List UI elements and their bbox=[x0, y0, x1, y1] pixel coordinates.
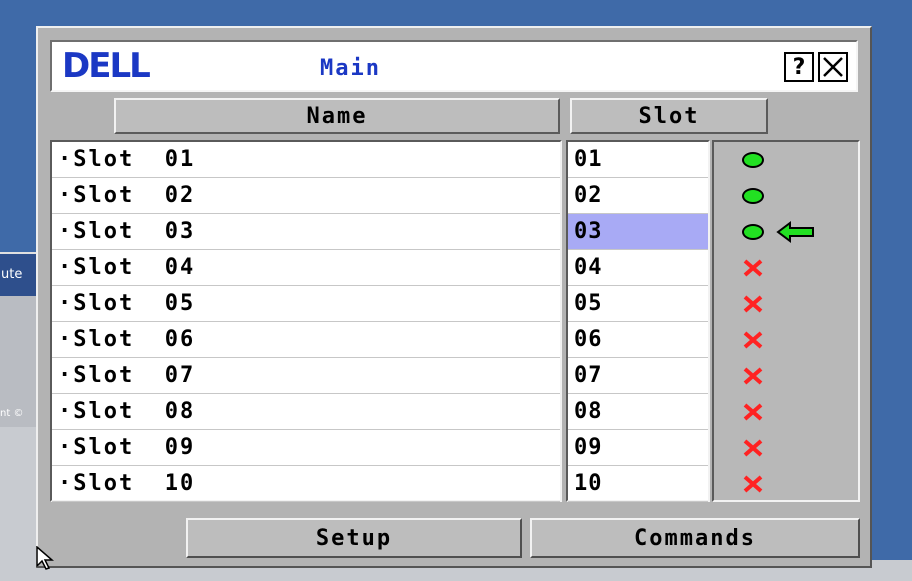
status-cell bbox=[714, 394, 858, 430]
name-list-item[interactable]: ·Slot 09 bbox=[52, 430, 560, 466]
status-cell bbox=[714, 286, 858, 322]
name-list[interactable]: ·Slot 01 ·Slot 02 ·Slot 03 ·Slot 04 ·Slot 05… bbox=[50, 140, 562, 502]
status-cell bbox=[714, 358, 858, 394]
status-cell bbox=[714, 142, 858, 178]
slot-column-header[interactable]: Slot bbox=[570, 98, 768, 134]
title-bar: DELL Main ? bbox=[50, 40, 858, 92]
slot-list-item-selected[interactable]: 03 bbox=[568, 214, 708, 250]
status-cell bbox=[714, 430, 858, 466]
left-arrow-icon bbox=[776, 221, 814, 243]
green-circle-icon bbox=[742, 224, 764, 240]
red-x-icon bbox=[743, 331, 763, 349]
name-list-item[interactable]: ·Slot 06 bbox=[52, 322, 560, 358]
slot-list-item[interactable]: 04 bbox=[568, 250, 708, 286]
slot-list-item[interactable]: 08 bbox=[568, 394, 708, 430]
dell-logo: DELL bbox=[62, 46, 151, 86]
name-list-item[interactable]: ·Slot 03 bbox=[52, 214, 560, 250]
background-window-footer: nt © bbox=[0, 408, 24, 419]
status-list bbox=[712, 140, 860, 502]
close-icon bbox=[823, 57, 843, 77]
status-cell bbox=[714, 466, 858, 502]
red-x-icon bbox=[743, 439, 763, 457]
osd-main-window: DELL Main ? Name Slot ·Slot 01 ·Slot 02 ·S… bbox=[36, 26, 872, 568]
desktop-right bbox=[872, 26, 912, 581]
window-title: Main bbox=[320, 56, 381, 81]
name-list-item[interactable]: ·Slot 02 bbox=[52, 178, 560, 214]
background-window-title: ute bbox=[0, 254, 37, 296]
background-window: ute nt © bbox=[0, 252, 37, 429]
setup-button[interactable]: Setup bbox=[186, 518, 522, 558]
slot-list-item[interactable]: 01 bbox=[568, 142, 708, 178]
slot-list-item[interactable]: 07 bbox=[568, 358, 708, 394]
red-x-icon bbox=[743, 475, 763, 493]
red-x-icon bbox=[743, 367, 763, 385]
slot-list-item[interactable]: 05 bbox=[568, 286, 708, 322]
status-cell bbox=[714, 214, 858, 250]
help-button[interactable]: ? bbox=[784, 52, 814, 82]
green-circle-icon bbox=[742, 152, 764, 168]
name-list-item[interactable]: ·Slot 07 bbox=[52, 358, 560, 394]
name-column-header[interactable]: Name bbox=[114, 98, 560, 134]
name-list-item[interactable]: ·Slot 05 bbox=[52, 286, 560, 322]
name-list-item[interactable]: ·Slot 04 bbox=[52, 250, 560, 286]
slot-list[interactable]: 01 02 03 04 05 06 07 08 09 10 bbox=[566, 140, 710, 502]
slot-list-item[interactable]: 10 bbox=[568, 466, 708, 502]
mouse-pointer-icon bbox=[36, 546, 55, 570]
status-cell bbox=[714, 322, 858, 358]
commands-button[interactable]: Commands bbox=[530, 518, 860, 558]
name-list-item[interactable]: ·Slot 10 bbox=[52, 466, 560, 502]
slot-list-item[interactable]: 09 bbox=[568, 430, 708, 466]
slot-list-item[interactable]: 06 bbox=[568, 322, 708, 358]
name-list-item[interactable]: ·Slot 08 bbox=[52, 394, 560, 430]
name-list-item[interactable]: ·Slot 01 bbox=[52, 142, 560, 178]
red-x-icon bbox=[743, 259, 763, 277]
status-cell bbox=[714, 178, 858, 214]
status-cell bbox=[714, 250, 858, 286]
green-circle-icon bbox=[742, 188, 764, 204]
slot-list-item[interactable]: 02 bbox=[568, 178, 708, 214]
close-button[interactable] bbox=[818, 52, 848, 82]
red-x-icon bbox=[743, 403, 763, 421]
desktop-lower-left bbox=[0, 427, 36, 581]
desktop-top bbox=[0, 0, 912, 26]
red-x-icon bbox=[743, 295, 763, 313]
